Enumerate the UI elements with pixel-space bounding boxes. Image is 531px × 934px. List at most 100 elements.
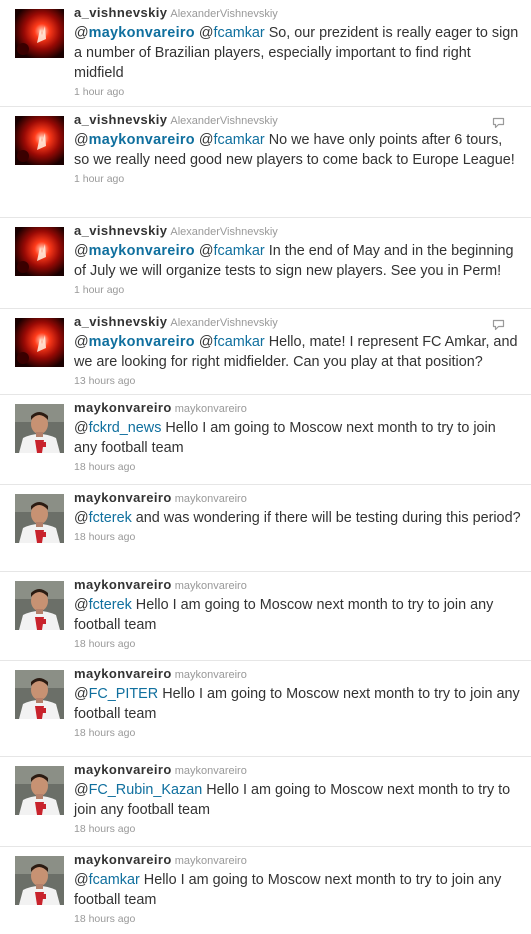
reply-icon[interactable]	[492, 319, 505, 331]
mention-at-sign: @	[198, 334, 214, 350]
full-name-link[interactable]: maykonvareiro	[175, 669, 247, 681]
screen-name-link[interactable]: maykonvareiro	[74, 666, 172, 681]
screen-name-link[interactable]: maykonvareiro	[74, 400, 172, 415]
mention-link[interactable]: fcamkar	[214, 334, 265, 350]
maykon-avatar[interactable]	[15, 581, 64, 630]
maykon-avatar[interactable]	[15, 766, 64, 815]
tweet-text: @maykonvareiro @fcamkar In the end of Ma…	[74, 241, 521, 281]
mention-link[interactable]: fcamkar	[214, 25, 265, 41]
mention-at-sign: @	[74, 872, 89, 888]
tweet-text: @FC_Rubin_Kazan Hello I am going to Mosc…	[74, 780, 521, 820]
tweet-text: @FC_PITER Hello I am going to Moscow nex…	[74, 684, 521, 724]
tweet-timestamp[interactable]: 18 hours ago	[74, 726, 521, 740]
tweet-timestamp[interactable]: 18 hours ago	[74, 912, 521, 926]
mention-link[interactable]: maykonvareiro	[89, 243, 195, 259]
mention-at-sign: @	[74, 243, 89, 259]
tweet-item: a_vishnevskiy AlexanderVishnevskiy @maykon…	[0, 218, 531, 309]
screen-name-link[interactable]: a_vishnevskiy	[74, 5, 167, 20]
mention-at-sign: @	[74, 686, 89, 702]
tweet-timestamp[interactable]: 18 hours ago	[74, 822, 521, 836]
tweet-header: maykonvareiro maykonvareiro	[74, 399, 521, 418]
vishnevskiy-avatar-image	[15, 318, 64, 367]
tweet-item: a_vishnevskiy AlexanderVishnevskiy @maykon…	[0, 0, 531, 107]
full-name-link[interactable]: maykonvareiro	[175, 580, 247, 592]
reply-icon[interactable]	[492, 117, 505, 129]
mention-link[interactable]: fcterek	[89, 597, 132, 613]
mention-at-sign: @	[74, 132, 89, 148]
mention-at-sign: @	[74, 782, 89, 798]
mention-link[interactable]: fcterek	[89, 510, 132, 526]
tweet-content: maykonvareiro maykonvareiro @fckrd_news He…	[74, 399, 521, 474]
screen-name-link[interactable]: maykonvareiro	[74, 577, 172, 592]
mention-at-sign: @	[74, 25, 89, 41]
vishnevskiy-avatar[interactable]	[15, 318, 64, 367]
tweet-header: maykonvareiro maykonvareiro	[74, 665, 521, 684]
maykon-avatar[interactable]	[15, 404, 64, 453]
tweet-header: a_vishnevskiy AlexanderVishnevskiy	[74, 4, 521, 23]
maykon-avatar[interactable]	[15, 494, 64, 543]
tweet-timestamp[interactable]: 1 hour ago	[74, 85, 521, 99]
screen-name-link[interactable]: maykonvareiro	[74, 762, 172, 777]
mention-link[interactable]: maykonvareiro	[89, 25, 195, 41]
tweet-timestamp[interactable]: 1 hour ago	[74, 283, 521, 297]
tweet-timestamp[interactable]: 18 hours ago	[74, 637, 521, 651]
tweet-header: maykonvareiro maykonvareiro	[74, 761, 521, 780]
vishnevskiy-avatar[interactable]	[15, 227, 64, 276]
tweet-content: maykonvareiro maykonvareiro @fcterek and w…	[74, 489, 521, 544]
mention-link[interactable]: fcamkar	[214, 132, 265, 148]
tweet-timeline: a_vishnevskiy AlexanderVishnevskiy @maykon…	[0, 0, 531, 934]
tweet-item: a_vishnevskiy AlexanderVishnevskiy @maykon…	[0, 309, 531, 395]
full-name-link[interactable]: maykonvareiro	[175, 403, 247, 415]
tweet-item: maykonvareiro maykonvareiro @fcamkar Hello…	[0, 847, 531, 934]
tweet-timestamp[interactable]: 18 hours ago	[74, 460, 521, 474]
tweet-text: @maykonvareiro @fcamkar No we have only …	[74, 130, 521, 170]
tweet-timestamp[interactable]: 18 hours ago	[74, 530, 521, 544]
tweet-text: @maykonvareiro @fcamkar Hello, mate! I r…	[74, 332, 521, 372]
tweet-text: @maykonvareiro @fcamkar So, our preziden…	[74, 23, 521, 83]
mention-link[interactable]: fcamkar	[214, 243, 265, 259]
maykon-avatar-image	[15, 404, 64, 453]
mention-link[interactable]: fckrd_news	[89, 420, 162, 436]
full-name-link[interactable]: AlexanderVishnevskiy	[170, 8, 277, 20]
mention-link[interactable]: fcamkar	[89, 872, 140, 888]
screen-name-link[interactable]: a_vishnevskiy	[74, 112, 167, 127]
mention-link[interactable]: maykonvareiro	[89, 132, 195, 148]
tweet-timestamp[interactable]: 13 hours ago	[74, 374, 521, 388]
tweet-header: maykonvareiro maykonvareiro	[74, 851, 521, 870]
tweet-item: maykonvareiro maykonvareiro @fcterek Hello…	[0, 572, 531, 661]
tweet-body-text: Hello I am going to Moscow next month to…	[74, 597, 494, 633]
tweet-body-text: and was wondering if there will be testi…	[135, 510, 521, 526]
vishnevskiy-avatar-image	[15, 227, 64, 276]
tweet-header: a_vishnevskiy AlexanderVishnevskiy	[74, 313, 521, 332]
mention-link[interactable]: FC_PITER	[89, 686, 159, 702]
full-name-link[interactable]: maykonvareiro	[175, 765, 247, 777]
tweet-text: @fckrd_news Hello I am going to Moscow n…	[74, 418, 521, 458]
tweet-content: maykonvareiro maykonvareiro @FC_PITER Hell…	[74, 665, 521, 740]
screen-name-link[interactable]: maykonvareiro	[74, 852, 172, 867]
tweet-header: a_vishnevskiy AlexanderVishnevskiy	[74, 111, 521, 130]
tweet-content: maykonvareiro maykonvareiro @fcterek Hello…	[74, 576, 521, 651]
vishnevskiy-avatar-image	[15, 116, 64, 165]
tweet-timestamp[interactable]: 1 hour ago	[74, 172, 521, 186]
full-name-link[interactable]: AlexanderVishnevskiy	[170, 226, 277, 238]
tweet-header: maykonvareiro maykonvareiro	[74, 489, 521, 508]
mention-at-sign: @	[74, 510, 89, 526]
full-name-link[interactable]: AlexanderVishnevskiy	[170, 115, 277, 127]
vishnevskiy-avatar[interactable]	[15, 9, 64, 58]
full-name-link[interactable]: AlexanderVishnevskiy	[170, 317, 277, 329]
full-name-link[interactable]: maykonvareiro	[175, 855, 247, 867]
screen-name-link[interactable]: a_vishnevskiy	[74, 223, 167, 238]
screen-name-link[interactable]: maykonvareiro	[74, 490, 172, 505]
mention-at-sign: @	[74, 597, 89, 613]
full-name-link[interactable]: maykonvareiro	[175, 493, 247, 505]
tweet-content: maykonvareiro maykonvareiro @FC_Rubin_Kaza…	[74, 761, 521, 836]
tweet-text: @fcamkar Hello I am going to Moscow next…	[74, 870, 521, 910]
mention-link[interactable]: FC_Rubin_Kazan	[89, 782, 203, 798]
mention-link[interactable]: maykonvareiro	[89, 334, 195, 350]
maykon-avatar-image	[15, 856, 64, 905]
vishnevskiy-avatar[interactable]	[15, 116, 64, 165]
maykon-avatar[interactable]	[15, 856, 64, 905]
maykon-avatar[interactable]	[15, 670, 64, 719]
tweet-header: maykonvareiro maykonvareiro	[74, 576, 521, 595]
screen-name-link[interactable]: a_vishnevskiy	[74, 314, 167, 329]
